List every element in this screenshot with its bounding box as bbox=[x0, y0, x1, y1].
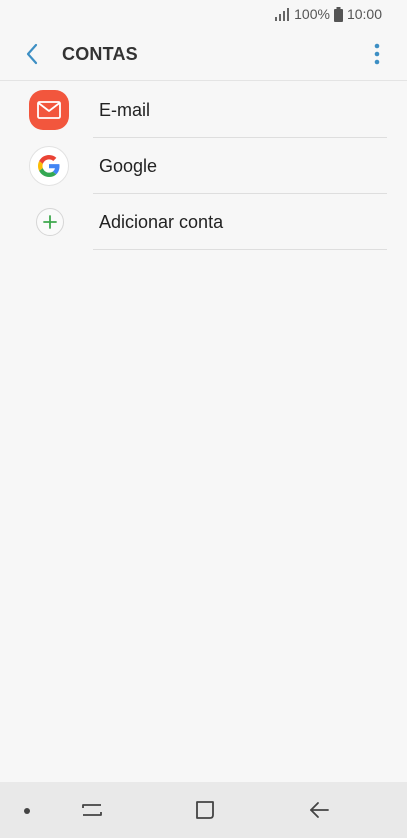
account-item-google[interactable]: Google bbox=[0, 138, 407, 194]
recent-apps-button[interactable] bbox=[77, 796, 107, 824]
account-list: E-mail Google Adicionar conta bbox=[0, 82, 407, 250]
chevron-left-icon bbox=[26, 43, 38, 65]
screen: 100% 10:00 CONTAS E-mail Google Adiciona… bbox=[0, 0, 407, 838]
email-app-icon bbox=[29, 90, 69, 130]
recent-apps-icon bbox=[82, 804, 102, 816]
battery-percentage: 100% bbox=[294, 6, 330, 22]
account-label-add-account: Adicionar conta bbox=[99, 211, 224, 232]
add-account-icon bbox=[36, 208, 64, 236]
battery-icon bbox=[333, 6, 343, 22]
navigation-bar bbox=[0, 782, 407, 838]
status-bar: 100% 10:00 bbox=[0, 0, 407, 28]
back-arrow-icon bbox=[310, 802, 329, 818]
nav-dot[interactable] bbox=[24, 808, 30, 814]
account-label-email: E-mail bbox=[99, 99, 151, 120]
page-title: CONTAS bbox=[62, 43, 138, 64]
back-nav-button[interactable] bbox=[304, 796, 334, 824]
back-button[interactable] bbox=[10, 32, 54, 76]
account-item-email[interactable]: E-mail bbox=[0, 82, 407, 138]
home-icon bbox=[196, 801, 214, 819]
account-label-google: Google bbox=[99, 155, 158, 176]
home-button[interactable] bbox=[190, 796, 220, 824]
plus-icon bbox=[43, 215, 57, 229]
signal-icon bbox=[275, 8, 290, 21]
more-vertical-icon bbox=[374, 43, 380, 65]
app-header: CONTAS bbox=[0, 28, 407, 81]
more-options-button[interactable] bbox=[365, 34, 389, 74]
account-item-add-account[interactable]: Adicionar conta bbox=[0, 194, 407, 250]
google-app-icon bbox=[29, 146, 69, 186]
divider bbox=[93, 249, 387, 250]
clock: 10:00 bbox=[346, 6, 382, 22]
